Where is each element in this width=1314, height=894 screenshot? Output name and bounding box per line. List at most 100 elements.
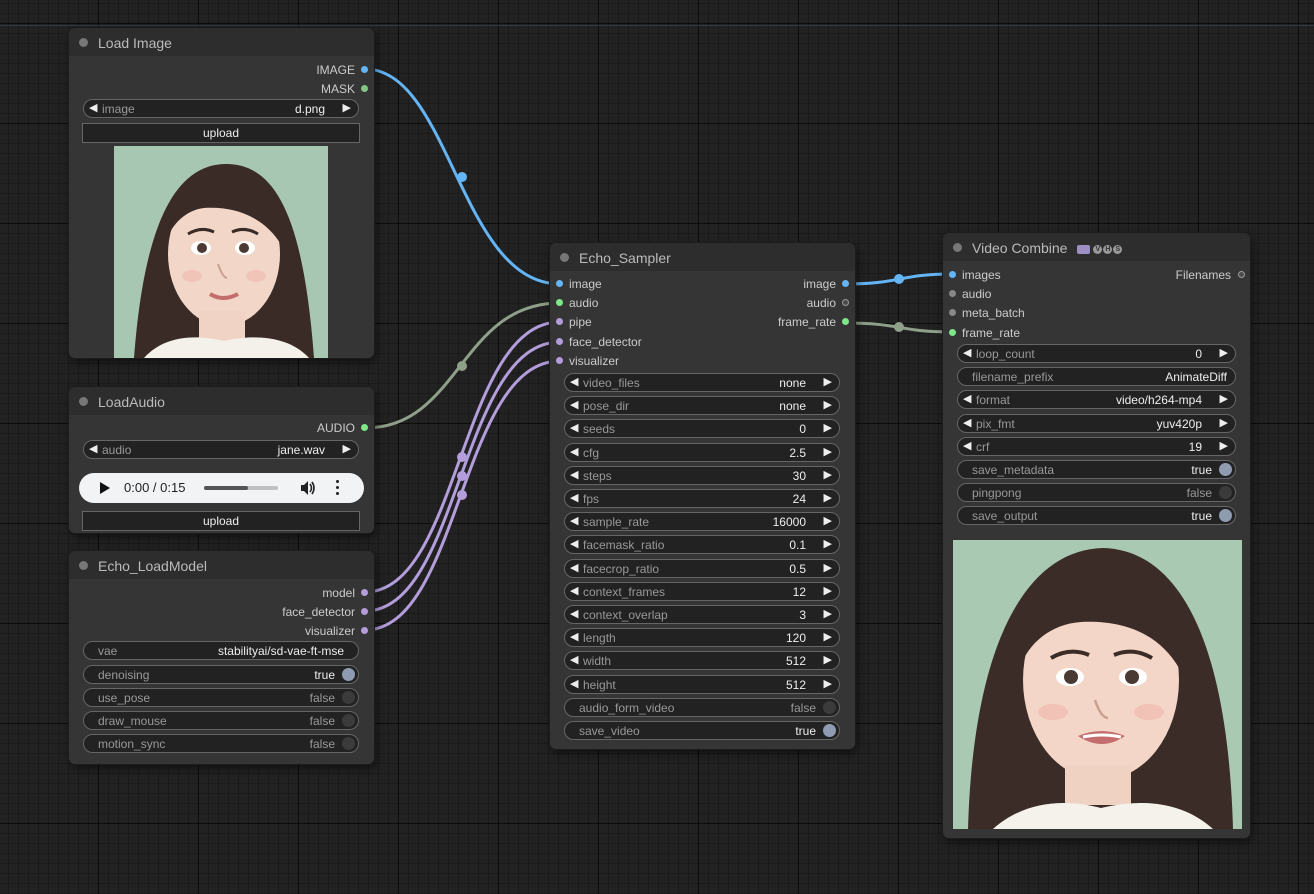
- filename-prefix-widget[interactable]: filename_prefix AnimateDiff: [957, 367, 1236, 387]
- load-image-node[interactable]: Load Image IMAGE MASK ◀ image d.png ▶ up…: [69, 28, 374, 358]
- cfg-widget[interactable]: ◀ cfg 2.5 ▶: [564, 442, 840, 462]
- vae-input[interactable]: vae stabilityai/sd-vae-ft-mse: [83, 641, 359, 660]
- arrow-left-icon[interactable]: ◀: [89, 101, 97, 114]
- motion-sync-toggle[interactable]: motion_sync false: [83, 734, 359, 753]
- play-icon[interactable]: [100, 482, 110, 494]
- arrow-left-icon[interactable]: ◀: [570, 491, 578, 504]
- echo-loadmodel-node[interactable]: Echo_LoadModel model face_detector visua…: [69, 551, 374, 764]
- denoising-toggle[interactable]: denoising true: [83, 665, 359, 684]
- input-port-frame-rate[interactable]: [949, 329, 956, 336]
- draw-mouse-toggle[interactable]: draw_mouse false: [83, 711, 359, 730]
- input-port-pipe[interactable]: [556, 318, 563, 325]
- audio-select[interactable]: ◀ audio jane.wav ▶: [83, 440, 359, 459]
- input-port-visualizer[interactable]: [556, 357, 563, 364]
- input-port-audio[interactable]: [949, 290, 956, 297]
- arrow-right-icon[interactable]: ▶: [824, 607, 832, 620]
- audio-form-video-toggle[interactable]: audio_form_video false: [564, 697, 840, 717]
- arrow-left-icon[interactable]: ◀: [963, 439, 971, 452]
- input-port-images[interactable]: [949, 271, 956, 278]
- arrow-left-icon[interactable]: ◀: [89, 442, 97, 455]
- output-port-visualizer[interactable]: [361, 627, 368, 634]
- arrow-left-icon[interactable]: ◀: [570, 561, 578, 574]
- save-output-toggle[interactable]: save_output true: [957, 506, 1236, 526]
- audio-progress-track[interactable]: [204, 486, 278, 490]
- video-files-widget[interactable]: ◀ video_files none ▶: [564, 373, 840, 392]
- arrow-left-icon[interactable]: ◀: [570, 630, 578, 643]
- save-video-toggle[interactable]: save_video true: [564, 721, 840, 740]
- arrow-left-icon[interactable]: ◀: [570, 537, 578, 550]
- upload-button[interactable]: upload: [82, 511, 360, 531]
- output-port-face-detector[interactable]: [361, 608, 368, 615]
- arrow-right-icon[interactable]: ▶: [824, 561, 832, 574]
- arrow-left-icon[interactable]: ◀: [570, 421, 578, 434]
- arrow-left-icon[interactable]: ◀: [963, 346, 971, 359]
- pingpong-toggle[interactable]: pingpong false: [957, 483, 1236, 503]
- arrow-right-icon[interactable]: ▶: [824, 630, 832, 643]
- seeds-widget[interactable]: ◀ seeds 0 ▶: [564, 419, 840, 439]
- arrow-right-icon[interactable]: ▶: [1220, 416, 1228, 429]
- pix-fmt-widget[interactable]: ◀ pix_fmt yuv420p ▶: [957, 413, 1236, 433]
- arrow-left-icon[interactable]: ◀: [570, 653, 578, 666]
- height-widget[interactable]: ◀ height 512 ▶: [564, 674, 840, 694]
- node-title-bar[interactable]: Echo_LoadModel: [69, 551, 374, 579]
- load-audio-node[interactable]: LoadAudio AUDIO ◀ audio jane.wav ▶ 0:00 …: [69, 387, 374, 533]
- format-widget[interactable]: ◀ format video/h264-mp4 ▶: [957, 390, 1236, 410]
- arrow-left-icon[interactable]: ◀: [963, 392, 971, 405]
- output-port-audio[interactable]: [842, 299, 849, 306]
- collapse-dot[interactable]: [79, 561, 88, 570]
- arrow-left-icon[interactable]: ◀: [570, 375, 578, 388]
- output-port-image[interactable]: [842, 280, 849, 287]
- audio-player[interactable]: 0:00 / 0:15: [79, 473, 364, 503]
- arrow-left-icon[interactable]: ◀: [570, 445, 578, 458]
- volume-icon[interactable]: [300, 481, 316, 495]
- arrow-right-icon[interactable]: ▶: [343, 101, 351, 114]
- arrow-left-icon[interactable]: ◀: [570, 677, 578, 690]
- use-pose-toggle[interactable]: use_pose false: [83, 688, 359, 707]
- arrow-right-icon[interactable]: ▶: [824, 468, 832, 481]
- output-port-image[interactable]: [361, 66, 368, 73]
- context-frames-widget[interactable]: ◀ context_frames 12 ▶: [564, 581, 840, 601]
- node-title-bar[interactable]: LoadAudio: [69, 387, 374, 415]
- node-title-bar[interactable]: Video Combine VHS: [943, 233, 1250, 261]
- collapse-dot[interactable]: [560, 253, 569, 262]
- arrow-right-icon[interactable]: ▶: [824, 653, 832, 666]
- arrow-right-icon[interactable]: ▶: [824, 398, 832, 411]
- arrow-right-icon[interactable]: ▶: [824, 445, 832, 458]
- arrow-left-icon[interactable]: ◀: [570, 514, 578, 527]
- node-title-bar[interactable]: Load Image: [69, 28, 374, 56]
- pose-dir-widget[interactable]: ◀ pose_dir none ▶: [564, 396, 840, 416]
- input-port-face-detector[interactable]: [556, 338, 563, 345]
- arrow-right-icon[interactable]: ▶: [824, 514, 832, 527]
- facecrop-ratio-widget[interactable]: ◀ facecrop_ratio 0.5 ▶: [564, 558, 840, 578]
- sample-rate-widget[interactable]: ◀ sample_rate 16000 ▶: [564, 512, 840, 532]
- arrow-left-icon[interactable]: ◀: [570, 607, 578, 620]
- length-widget[interactable]: ◀ length 120 ▶: [564, 628, 840, 648]
- output-port-filenames[interactable]: [1238, 271, 1245, 278]
- arrow-right-icon[interactable]: ▶: [1220, 346, 1228, 359]
- arrow-right-icon[interactable]: ▶: [824, 537, 832, 550]
- arrow-left-icon[interactable]: ◀: [570, 468, 578, 481]
- context-overlap-widget[interactable]: ◀ context_overlap 3 ▶: [564, 605, 840, 624]
- arrow-left-icon[interactable]: ◀: [570, 398, 578, 411]
- steps-widget[interactable]: ◀ steps 30 ▶: [564, 465, 840, 485]
- input-port-image[interactable]: [556, 280, 563, 287]
- facemask-ratio-widget[interactable]: ◀ facemask_ratio 0.1 ▶: [564, 535, 840, 555]
- save-metadata-toggle[interactable]: save_metadata true: [957, 460, 1236, 479]
- arrow-right-icon[interactable]: ▶: [1220, 439, 1228, 452]
- arrow-right-icon[interactable]: ▶: [824, 491, 832, 504]
- upload-button[interactable]: upload: [82, 123, 360, 143]
- output-port-model[interactable]: [361, 589, 368, 596]
- arrow-left-icon[interactable]: ◀: [570, 584, 578, 597]
- arrow-right-icon[interactable]: ▶: [824, 584, 832, 597]
- arrow-right-icon[interactable]: ▶: [824, 677, 832, 690]
- arrow-right-icon[interactable]: ▶: [343, 442, 351, 455]
- arrow-left-icon[interactable]: ◀: [963, 416, 971, 429]
- collapse-dot[interactable]: [79, 38, 88, 47]
- arrow-right-icon[interactable]: ▶: [824, 421, 832, 434]
- node-title-bar[interactable]: Echo_Sampler: [550, 243, 855, 271]
- output-port-mask[interactable]: [361, 85, 368, 92]
- output-port-audio[interactable]: [361, 424, 368, 431]
- width-widget[interactable]: ◀ width 512 ▶: [564, 651, 840, 671]
- arrow-right-icon[interactable]: ▶: [824, 375, 832, 388]
- more-vert-icon[interactable]: [336, 480, 340, 496]
